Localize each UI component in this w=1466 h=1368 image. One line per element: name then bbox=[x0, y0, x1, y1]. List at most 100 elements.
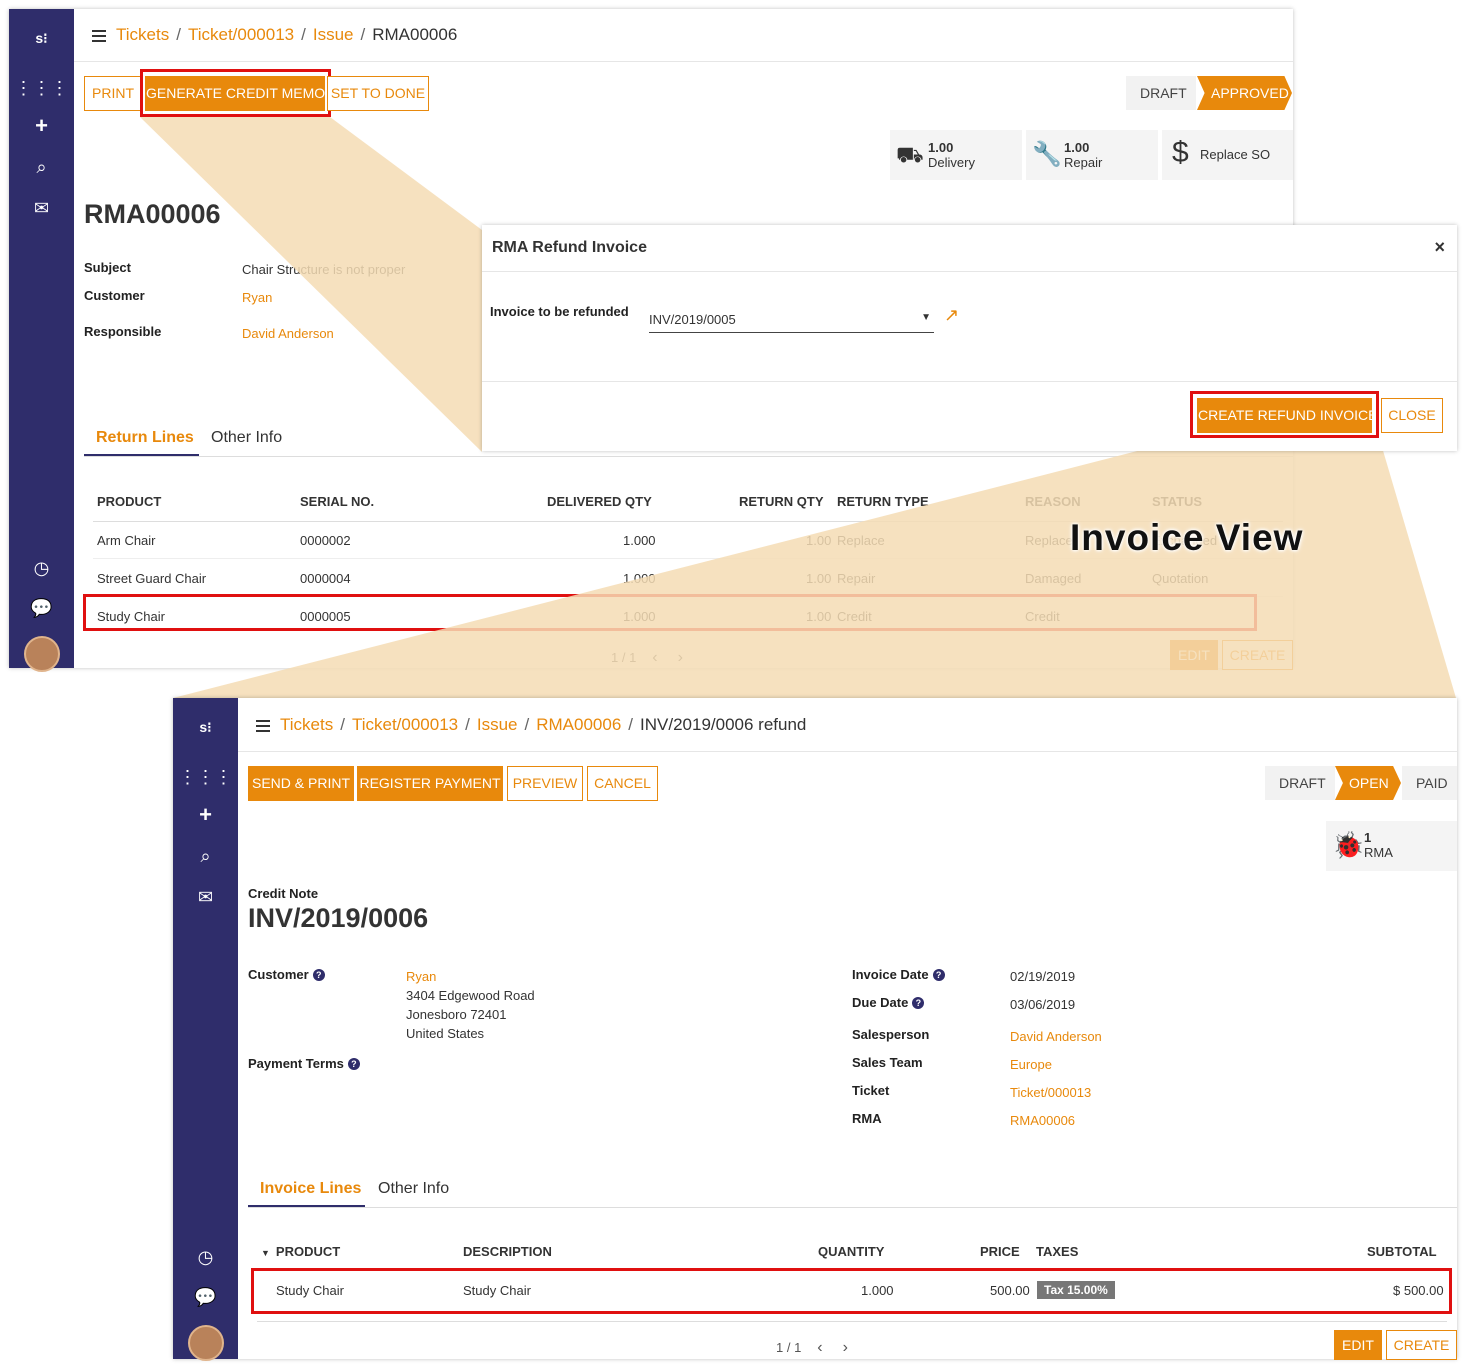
apps-grid-icon[interactable]: ⋮⋮⋮ bbox=[173, 766, 238, 788]
help-icon[interactable]: ? bbox=[932, 969, 945, 981]
stat-replace-so[interactable]: $ Replace SO bbox=[1162, 130, 1293, 180]
tab-return-lines[interactable]: Return Lines bbox=[96, 429, 194, 447]
print-button[interactable]: PRINT bbox=[84, 76, 142, 111]
search-icon[interactable]: ⌕ bbox=[9, 156, 74, 178]
col-delivered[interactable]: DELIVERED QTY bbox=[547, 494, 652, 509]
chat-icon[interactable]: 💬 bbox=[173, 1286, 238, 1308]
sales-team-value[interactable]: Europe bbox=[1010, 1057, 1052, 1072]
next-page-icon[interactable]: › bbox=[678, 649, 683, 666]
status-paid[interactable]: PAID bbox=[1402, 766, 1457, 800]
edit-button[interactable]: EDIT bbox=[1334, 1330, 1382, 1360]
highlight-create-refund bbox=[1190, 391, 1379, 438]
user-avatar[interactable] bbox=[24, 636, 60, 672]
status-draft[interactable]: DRAFT bbox=[1265, 766, 1335, 800]
register-payment-button[interactable]: REGISTER PAYMENT bbox=[357, 766, 503, 801]
create-button[interactable]: CREATE bbox=[1222, 640, 1293, 670]
stat-repair-label: Repair bbox=[1064, 155, 1103, 170]
clock-icon[interactable]: ◷ bbox=[173, 1246, 238, 1268]
rma-label: RMA bbox=[852, 1111, 882, 1126]
col-product[interactable]: ▼ PRODUCT bbox=[261, 1244, 340, 1259]
customer-value[interactable]: Ryan bbox=[242, 290, 272, 305]
invoice-select[interactable]: INV/2019/0005 ▼ bbox=[649, 309, 934, 333]
col-reason[interactable]: REASON bbox=[1025, 494, 1081, 509]
prev-page-icon[interactable]: ‹ bbox=[817, 1339, 822, 1356]
col-return-qty[interactable]: RETURN QTY bbox=[739, 494, 824, 509]
stat-rma-label: RMA bbox=[1364, 845, 1393, 860]
salesperson-label: Salesperson bbox=[852, 1027, 930, 1042]
col-return-type[interactable]: RETURN TYPE bbox=[837, 494, 929, 509]
invoice-date-value: 02/19/2019 bbox=[1010, 969, 1076, 984]
mail-icon[interactable]: ✉ bbox=[173, 886, 238, 908]
stat-delivery[interactable]: ⛟ 1.00 Delivery bbox=[890, 130, 1022, 180]
cell-reason: Replace bbox=[1025, 533, 1073, 548]
sidebar: s⁝ ⋮⋮⋮ + ⌕ ✉ ◷ 💬 bbox=[173, 698, 238, 1361]
mail-icon[interactable]: ✉ bbox=[9, 197, 74, 219]
col-taxes[interactable]: TAXES bbox=[1036, 1244, 1078, 1259]
user-avatar[interactable] bbox=[188, 1325, 224, 1361]
stat-rma[interactable]: 🐞 1 RMA bbox=[1326, 821, 1457, 871]
invoice-title: INV/2019/0006 bbox=[248, 903, 429, 933]
breadcrumb-tickets[interactable]: Tickets bbox=[280, 715, 333, 734]
status-approved[interactable]: APPROVED bbox=[1197, 76, 1292, 110]
col-subtotal[interactable]: SUBTOTAL bbox=[1367, 1244, 1437, 1259]
breadcrumb-issue[interactable]: Issue bbox=[477, 715, 518, 734]
set-to-done-button[interactable]: SET TO DONE bbox=[327, 76, 429, 111]
help-icon[interactable]: ? bbox=[312, 969, 325, 981]
app-logo[interactable]: s⁝ bbox=[9, 27, 74, 49]
chat-icon[interactable]: 💬 bbox=[9, 597, 74, 619]
col-quantity[interactable]: QUANTITY bbox=[818, 1244, 884, 1259]
col-status[interactable]: STATUS bbox=[1152, 494, 1202, 509]
tab-other-info[interactable]: Other Info bbox=[211, 429, 282, 447]
breadcrumb-tickets[interactable]: Tickets bbox=[116, 25, 169, 44]
ticket-value[interactable]: Ticket/000013 bbox=[1010, 1085, 1091, 1100]
divider bbox=[482, 271, 1457, 272]
close-icon[interactable]: × bbox=[1434, 237, 1445, 258]
dialog-title: RMA Refund Invoice bbox=[492, 239, 647, 256]
col-product[interactable]: PRODUCT bbox=[97, 494, 161, 509]
clock-icon[interactable]: ◷ bbox=[9, 557, 74, 579]
plus-icon[interactable]: + bbox=[9, 115, 74, 137]
ticket-label: Ticket bbox=[852, 1083, 890, 1098]
bug-icon: 🐞 bbox=[1332, 830, 1365, 860]
prev-page-icon[interactable]: ‹ bbox=[652, 649, 657, 666]
edit-button[interactable]: EDIT bbox=[1170, 640, 1218, 670]
customer-value[interactable]: Ryan bbox=[406, 969, 436, 984]
breadcrumb-rma[interactable]: RMA00006 bbox=[536, 715, 621, 734]
col-description[interactable]: DESCRIPTION bbox=[463, 1244, 552, 1259]
preview-button[interactable]: PREVIEW bbox=[507, 766, 583, 801]
tab-other-info[interactable]: Other Info bbox=[378, 1180, 449, 1198]
cell-return-qty: 1.00 bbox=[806, 571, 832, 586]
status-draft[interactable]: DRAFT bbox=[1126, 76, 1196, 110]
breadcrumb-issue[interactable]: Issue bbox=[313, 25, 354, 44]
salesperson-value[interactable]: David Anderson bbox=[1010, 1029, 1102, 1044]
caret-down-icon: ▼ bbox=[921, 312, 931, 323]
breadcrumb-current: RMA00006 bbox=[372, 25, 458, 44]
plus-icon[interactable]: + bbox=[173, 804, 238, 826]
stat-replace-so-label: Replace SO bbox=[1200, 147, 1271, 162]
status-open[interactable]: OPEN bbox=[1335, 766, 1401, 800]
pager-value: 1 / 1 bbox=[776, 1340, 802, 1355]
menu-icon[interactable] bbox=[92, 27, 106, 45]
apps-grid-icon[interactable]: ⋮⋮⋮ bbox=[9, 77, 74, 99]
tab-invoice-lines[interactable]: Invoice Lines bbox=[260, 1180, 361, 1198]
breadcrumb-ticket[interactable]: Ticket/000013 bbox=[188, 25, 294, 44]
app-logo[interactable]: s⁝ bbox=[173, 716, 238, 738]
menu-icon[interactable] bbox=[256, 717, 270, 735]
stat-delivery-num: 1.00 bbox=[928, 140, 954, 155]
next-page-icon[interactable]: › bbox=[843, 1339, 848, 1356]
breadcrumb-ticket[interactable]: Ticket/000013 bbox=[352, 715, 458, 734]
create-button[interactable]: CREATE bbox=[1386, 1330, 1457, 1360]
responsible-value[interactable]: David Anderson bbox=[242, 326, 334, 341]
send-print-button[interactable]: SEND & PRINT bbox=[248, 766, 354, 801]
external-link-icon[interactable]: ↗ bbox=[944, 305, 959, 326]
stat-repair[interactable]: 🔧 1.00 Repair bbox=[1026, 130, 1158, 180]
cell-product: Street Guard Chair bbox=[97, 571, 207, 586]
search-icon[interactable]: ⌕ bbox=[173, 845, 238, 867]
col-price[interactable]: PRICE bbox=[980, 1244, 1020, 1259]
rma-value[interactable]: RMA00006 bbox=[1010, 1113, 1075, 1128]
help-icon[interactable]: ? bbox=[347, 1058, 360, 1070]
cancel-button[interactable]: CANCEL bbox=[587, 766, 658, 801]
close-button[interactable]: CLOSE bbox=[1381, 398, 1443, 433]
col-serial[interactable]: SERIAL NO. bbox=[300, 494, 374, 509]
help-icon[interactable]: ? bbox=[912, 997, 925, 1009]
